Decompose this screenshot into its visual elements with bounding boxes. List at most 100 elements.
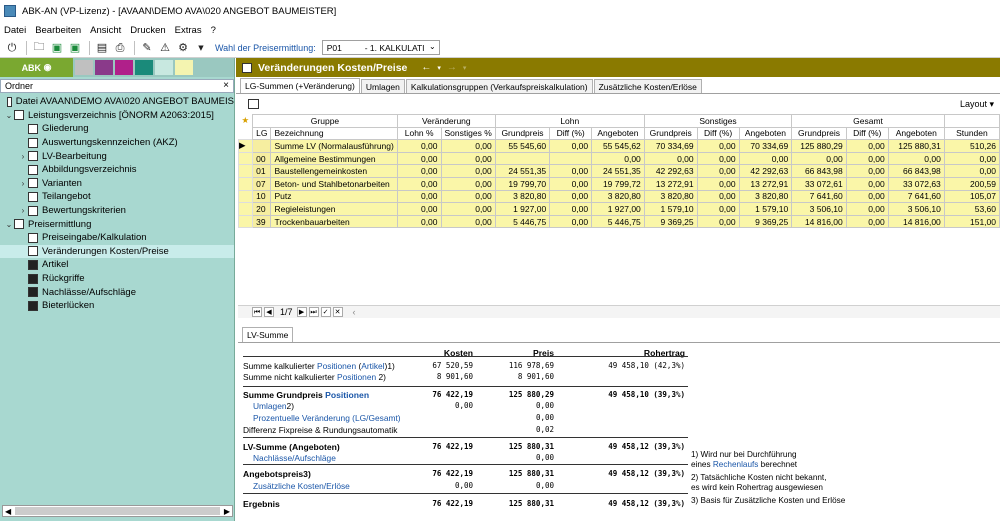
price-method-select[interactable]: P01 - 1. KALKULATI ⌄ [321, 40, 440, 55]
column-header[interactable]: Diff (%) [845, 126, 889, 141]
table-cell[interactable]: 1 579,10 [738, 202, 793, 216]
table-cell[interactable]: Putz [270, 189, 398, 204]
table-cell[interactable]: 7 641,60 [887, 189, 945, 204]
menu-datei[interactable]: Datei [4, 25, 26, 36]
table-cell[interactable]: 33 072,63 [887, 176, 945, 191]
table-cell[interactable]: 42 292,63 [738, 164, 793, 178]
table-cell[interactable]: 1 579,10 [643, 202, 698, 216]
table-cell[interactable]: 0,00 [549, 139, 593, 153]
table-cell[interactable]: 0,00 [549, 202, 593, 216]
table-cell[interactable]: 3 820,80 [591, 189, 645, 204]
table-row[interactable]: 07 Beton- und Stahlbetonarbeiten 0,00 0,00 1… [238, 176, 1000, 191]
table-cell[interactable]: 70 334,69 [738, 139, 793, 153]
table-cell[interactable]: 151,00 [943, 214, 1000, 229]
next-page-icon[interactable]: ▶ [296, 307, 307, 317]
horizontal-scrollbar[interactable]: ◀ ▶ [2, 505, 233, 517]
power-icon[interactable]: ⏻ [4, 41, 20, 55]
scroll-thumb[interactable] [15, 507, 220, 515]
summary-link[interactable]: Positionen [337, 372, 376, 382]
back-dropdown-icon[interactable]: ▾ [437, 64, 441, 72]
color-swatch[interactable] [135, 60, 153, 75]
color-swatch[interactable] [115, 60, 133, 75]
tree-item[interactable]: Artikel [0, 258, 234, 272]
menu-bearbeiten[interactable]: Bearbeiten [35, 25, 81, 36]
table-cell[interactable]: 66 843,98 [887, 164, 945, 178]
table-cell[interactable]: 55 545,60 [494, 139, 551, 153]
color-swatch[interactable] [95, 60, 113, 75]
summary-link[interactable]: Positionen [317, 361, 356, 371]
table-cell[interactable]: 33 072,61 [791, 176, 847, 191]
table-cell[interactable]: 0,00 [845, 176, 889, 191]
table-cell[interactable]: 24 551,35 [494, 164, 551, 178]
forward-arrow-icon[interactable]: → [447, 62, 457, 73]
menu-drucken[interactable]: Drucken [130, 25, 165, 36]
table-cell[interactable]: 39 [252, 214, 272, 229]
table-cell[interactable]: 0,00 [791, 151, 847, 166]
book-icon[interactable]: ▤ [94, 41, 110, 55]
table-cell[interactable]: 0,00 [943, 164, 1000, 178]
back-arrow-icon[interactable]: ← [421, 62, 431, 73]
table-cell[interactable]: 0,00 [696, 189, 740, 204]
summary-link[interactable]: Zusätzliche Kosten/Erlöse [253, 481, 350, 491]
table-cell[interactable]: 1 927,00 [591, 202, 645, 216]
table-cell[interactable]: 0,00 [440, 189, 496, 204]
table-cell[interactable]: 0,00 [549, 164, 593, 178]
table-cell[interactable] [494, 151, 551, 166]
tab-kalkulationsgruppen[interactable]: Kalkulationsgruppen (Verkaufspreiskalkul… [405, 79, 593, 93]
table-cell[interactable]: 9 369,25 [738, 214, 793, 229]
table-cell[interactable]: 0,00 [845, 151, 889, 166]
table-cell[interactable]: 14 816,00 [791, 214, 847, 229]
warning-icon[interactable]: ⚠ [157, 41, 173, 55]
table-cell[interactable]: 0,00 [845, 164, 889, 178]
scroll-left-icon[interactable]: ◀ [5, 507, 11, 516]
tab-umlagen[interactable]: Umlagen [360, 79, 405, 93]
column-header[interactable]: Bezeichnung [270, 126, 398, 141]
tab-lg-summen[interactable]: LG-Summen (+Veränderung) [240, 78, 360, 93]
table-cell[interactable]: 53,60 [943, 202, 1000, 216]
table-cell[interactable]: 0,00 [696, 202, 740, 216]
table-cell[interactable]: 0,00 [696, 176, 740, 191]
table-cell[interactable]: 0,00 [943, 151, 1000, 166]
tree-item[interactable]: Veränderungen Kosten/Preise [0, 244, 234, 259]
table-cell[interactable]: 0,00 [696, 214, 740, 229]
tree-item[interactable]: ⌄ Preisermittlung [0, 217, 234, 231]
table-cell[interactable]: Trockenbauarbeiten [270, 214, 398, 229]
print-icon[interactable]: ⎙ [112, 41, 128, 55]
tree-item[interactable]: › Varianten [0, 177, 234, 191]
column-header[interactable]: LG [252, 126, 272, 141]
table-cell[interactable]: Allgemeine Bestimmungen [270, 151, 398, 166]
table-cell[interactable]: 0,00 [549, 176, 593, 191]
tree-item[interactable]: ⌄ Leistungsverzeichnis [ÖNORM A2063:2015] [0, 109, 234, 123]
table-cell[interactable]: 0,00 [440, 139, 496, 153]
table-cell[interactable]: 0,00 [396, 214, 442, 229]
table-cell[interactable]: 200,59 [943, 176, 1000, 191]
column-header[interactable]: Diff (%) [696, 126, 740, 141]
table-cell[interactable]: 0,00 [696, 151, 740, 166]
table-cell[interactable]: 20 [252, 202, 272, 216]
column-header[interactable]: Grundpreis [643, 126, 698, 141]
tree-item[interactable]: Abbildungsverzeichnis [0, 163, 234, 177]
table-cell[interactable]: 0,00 [440, 202, 496, 216]
summary-link[interactable]: Nachlässe/Aufschläge [253, 453, 336, 463]
table-cell[interactable]: Beton- und Stahlbetonarbeiten [270, 176, 398, 191]
summary-link[interactable]: Positionen [325, 390, 369, 400]
scroll-right-icon[interactable]: ▶ [224, 507, 230, 516]
first-page-icon[interactable]: ⏮ [252, 307, 262, 317]
tree-item[interactable]: Nachlässe/Aufschläge [0, 285, 234, 299]
table-cell[interactable]: 14 816,00 [887, 214, 945, 229]
edit-document-icon[interactable]: ✎ [139, 41, 155, 55]
table-row[interactable]: 00 Allgemeine Bestimmungen 0,00 0,00 0,00 0,0… [238, 151, 1000, 166]
table-cell[interactable]: 19 799,72 [591, 176, 645, 191]
column-header[interactable]: Sonstiges % [440, 126, 496, 141]
column-header[interactable]: Grundpreis [791, 126, 847, 141]
table-cell[interactable]: 0,00 [845, 189, 889, 204]
layout-menu[interactable]: Layout ▾ [960, 99, 994, 110]
column-header[interactable]: Diff (%) [549, 126, 593, 141]
table-row[interactable]: 01 Baustellengemeinkosten 0,00 0,00 24 551,3… [238, 164, 1000, 178]
table-cell[interactable]: 0,00 [591, 151, 645, 166]
tree-item[interactable]: Datei AVAAN\DEMO AVA\020 ANGEBOT BAUMEIS [0, 95, 234, 109]
table-cell[interactable]: 19 799,70 [494, 176, 551, 191]
table-cell[interactable]: Baustellengemeinkosten [270, 164, 398, 178]
table-cell[interactable]: 0,00 [643, 151, 698, 166]
confirm-icon[interactable]: ✓ [320, 307, 331, 317]
